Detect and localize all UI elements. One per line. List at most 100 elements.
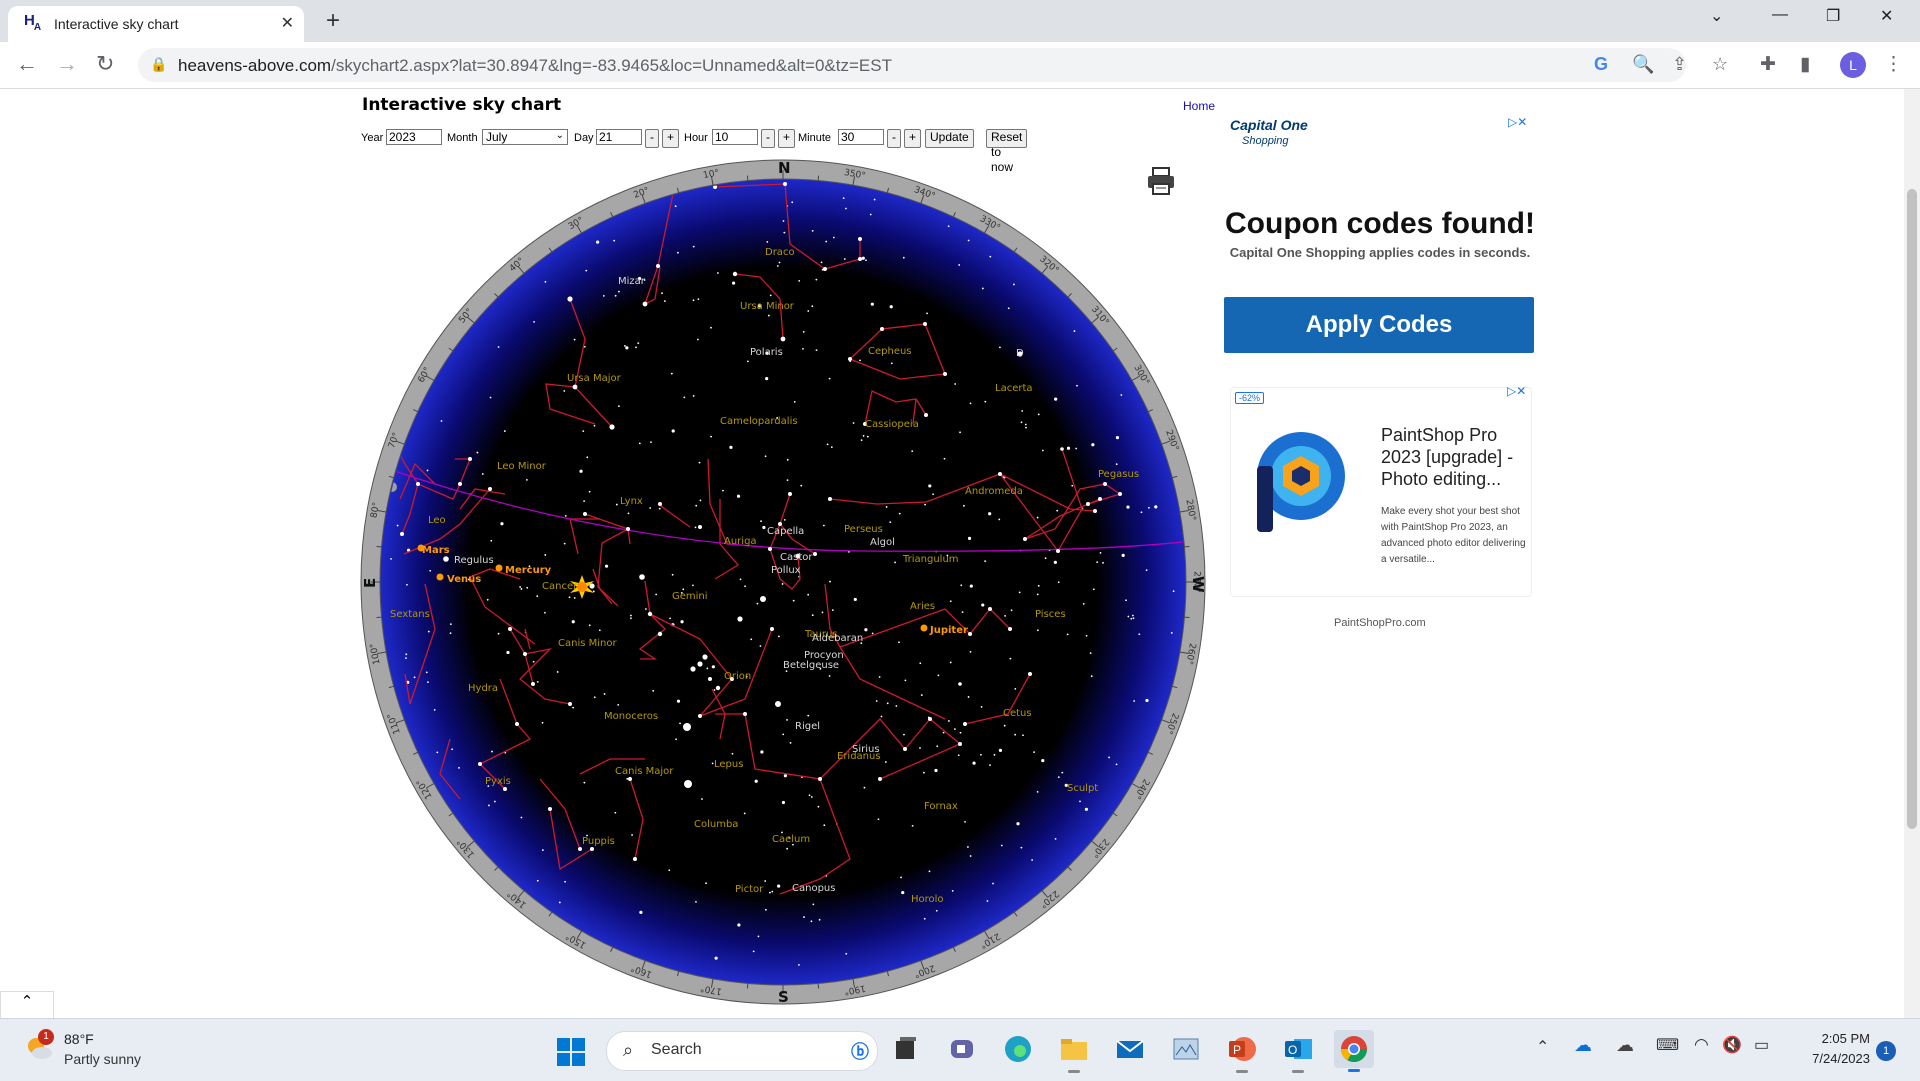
bright-star (770, 627, 774, 631)
weather-description[interactable]: Partly sunny (64, 1051, 141, 1067)
bookmark-star-icon[interactable]: ☆ (1712, 54, 1728, 75)
background-star (778, 636, 780, 638)
page-scrollbar[interactable] (1904, 89, 1920, 1018)
month-label: Month (447, 132, 478, 144)
wifi-icon[interactable]: ◠ (1694, 1035, 1709, 1055)
home-link[interactable]: Home (1183, 99, 1215, 113)
background-star (596, 240, 599, 243)
tab-search-chevron-icon[interactable]: ⌄ (1710, 6, 1723, 26)
adchoices-icon[interactable]: ▷✕ (1508, 115, 1527, 129)
notification-badge[interactable]: 1 (1876, 1041, 1896, 1061)
hour-decrement-button[interactable]: - (761, 129, 775, 148)
keyboard-icon[interactable]: ⌨ (1656, 1035, 1679, 1055)
onedrive-personal-cloud-icon[interactable]: ☁ (1616, 1035, 1634, 1056)
close-window-button[interactable]: ✕ (1880, 6, 1893, 26)
bright-star (963, 722, 967, 726)
hour-input[interactable] (712, 129, 758, 145)
background-star (1090, 652, 1092, 654)
background-star (981, 603, 984, 606)
chrome-icon[interactable] (1334, 1030, 1374, 1068)
month-select[interactable]: July⌄ (482, 129, 568, 145)
browser-tab[interactable]: HA Interactive sky chart ✕ (8, 6, 304, 42)
show-hidden-icons-chevron-icon[interactable]: ⌃ (1536, 1037, 1549, 1057)
back-arrow-icon[interactable]: ← (16, 51, 38, 77)
day-decrement-button[interactable]: - (645, 129, 659, 148)
reload-icon[interactable]: ↻ (96, 51, 114, 77)
forward-arrow-icon[interactable]: → (56, 51, 78, 77)
profile-avatar[interactable]: L (1840, 52, 1866, 78)
paintshop-pro-ad[interactable]: -62% ▷✕ PaintShop Pro 2023 [upgrade] - P… (1230, 387, 1532, 597)
clock-time[interactable]: 2:05 PM (1792, 1031, 1870, 1046)
mail-icon[interactable] (1114, 1033, 1146, 1065)
powerpoint-icon[interactable]: P (1226, 1033, 1258, 1065)
volume-muted-icon[interactable]: 🔇 (1722, 1035, 1742, 1055)
battery-charging-icon[interactable]: ▭ (1754, 1035, 1769, 1055)
bright-star (903, 747, 907, 751)
restore-window-button[interactable]: ❐ (1826, 6, 1840, 26)
day-input[interactable] (596, 129, 642, 145)
windows-start-icon[interactable] (556, 1037, 586, 1067)
background-star (800, 485, 802, 487)
lock-icon[interactable]: 🔒 (150, 56, 167, 73)
minute-decrement-button[interactable]: - (887, 129, 901, 148)
google-lens-icon[interactable]: G (1594, 54, 1608, 75)
background-star (803, 916, 805, 918)
new-tab-button[interactable]: + (326, 7, 340, 35)
background-star (989, 256, 991, 258)
onedrive-cloud-icon[interactable]: ☁ (1574, 1035, 1592, 1056)
day-increment-button[interactable]: + (662, 129, 679, 148)
extensions-puzzle-icon[interactable]: ✚ (1760, 53, 1776, 76)
edge-browser-icon[interactable] (1002, 1033, 1034, 1065)
clock-date[interactable]: 7/24/2023 (1792, 1051, 1870, 1066)
zoom-icon[interactable]: 🔍 (1632, 54, 1654, 75)
minute-label: Minute (798, 132, 831, 144)
bright-star (923, 322, 927, 326)
background-star (1074, 330, 1076, 332)
year-input[interactable] (386, 129, 442, 145)
address-bar[interactable]: 🔒 heavens-above.com/skychart2.aspx?lat=3… (138, 48, 1686, 82)
side-panel-icon[interactable]: ▮ (1800, 53, 1810, 76)
teams-chat-icon[interactable] (946, 1033, 978, 1065)
background-star (589, 624, 591, 626)
taskbar-search-box[interactable]: ⌕ Search ⓑ (606, 1031, 878, 1071)
bing-icon[interactable]: ⓑ (851, 1038, 869, 1064)
background-star (630, 617, 632, 619)
apply-codes-button[interactable]: Apply Codes (1224, 297, 1534, 353)
capital-one-ad[interactable]: ▷✕ Capital One Shopping Coupon codes fou… (1220, 103, 1540, 343)
adchoices-icon[interactable]: ▷✕ (1507, 384, 1526, 398)
star-label: Capella (767, 526, 804, 537)
file-explorer-icon[interactable] (1058, 1033, 1090, 1065)
menu-kebab-icon[interactable]: ⋮ (1884, 53, 1903, 76)
sky-chart[interactable]: 350°340°330°320°310°300°290°280°270°260°… (360, 159, 1206, 1005)
background-star (1004, 615, 1006, 617)
background-star (921, 694, 923, 696)
background-star (1154, 505, 1157, 508)
minimize-window-button[interactable]: — (1772, 6, 1788, 24)
scrollbar-thumb[interactable] (1907, 189, 1917, 829)
url-text[interactable]: heavens-above.com/skychart2.aspx?lat=30.… (178, 56, 892, 76)
update-button[interactable]: Update (925, 129, 974, 148)
task-view-icon[interactable] (890, 1033, 922, 1065)
reset-to-now-button[interactable]: Reset to now (986, 129, 1027, 148)
background-star (613, 240, 615, 242)
planet-label: Mars (422, 545, 450, 556)
minute-input[interactable] (838, 129, 884, 145)
chevron-up-icon[interactable]: ⌃ (0, 991, 54, 1018)
background-star (737, 495, 740, 498)
background-star (929, 870, 931, 872)
background-star (625, 346, 628, 349)
background-star (701, 798, 703, 800)
bright-star (1028, 672, 1032, 676)
constellation-label: Cassiopeia (865, 419, 919, 430)
share-icon[interactable]: ⇪ (1672, 54, 1687, 75)
tab-close-icon[interactable]: ✕ (281, 13, 294, 33)
photos-app-icon[interactable] (1170, 1033, 1202, 1065)
cardinal-south: S (778, 988, 789, 1005)
weather-temperature[interactable]: 88°F (64, 1031, 94, 1047)
hour-increment-button[interactable]: + (778, 129, 795, 148)
background-star (1075, 448, 1077, 450)
bright-star (531, 682, 535, 686)
outlook-icon[interactable]: O (1282, 1033, 1314, 1065)
minute-increment-button[interactable]: + (904, 129, 921, 148)
ad-domain[interactable]: PaintShopPro.com (1334, 617, 1426, 629)
